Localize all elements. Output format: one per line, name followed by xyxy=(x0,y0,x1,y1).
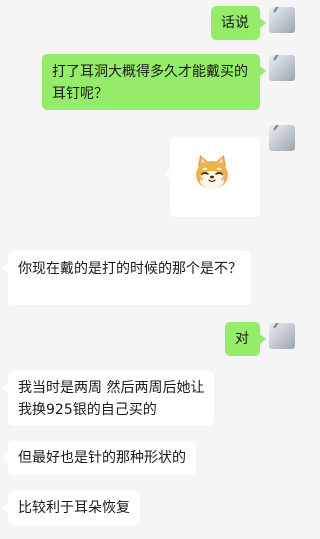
message-text: 我当时是两周 然后两周后她让我换925银的自己买的 xyxy=(18,380,205,418)
message-text: 你现在戴的是打的时候的那个是不？ xyxy=(18,261,242,277)
message-text: 但最好也是针的那种形状的 xyxy=(18,450,186,466)
message-bubble-outgoing[interactable]: 对 xyxy=(225,322,266,356)
message-bubble-incoming[interactable]: 比较利于耳朵恢复 xyxy=(2,491,140,525)
message-bubble-outgoing[interactable]: 话说 xyxy=(211,6,266,40)
my-avatar[interactable] xyxy=(269,323,295,349)
message-bubble-incoming[interactable]: 我当时是两周 然后两周后她让我换925银的自己买的 xyxy=(2,371,214,426)
message-text: 话说 xyxy=(221,15,249,31)
message-bubble-incoming[interactable]: 你现在戴的是打的时候的那个是不？ xyxy=(2,251,251,305)
message-text: 对 xyxy=(235,331,249,347)
my-avatar[interactable] xyxy=(269,125,295,151)
my-avatar[interactable] xyxy=(269,7,295,33)
message-bubble-incoming[interactable]: 但最好也是针的那种形状的 xyxy=(2,441,196,475)
shiba-dog-sticker-icon xyxy=(196,155,228,189)
sticker-message[interactable] xyxy=(164,137,260,217)
my-avatar[interactable] xyxy=(269,55,295,81)
message-text: 打了耳洞大概得多久才能戴买的耳钉呢？ xyxy=(52,64,248,102)
message-text: 比较利于耳朵恢复 xyxy=(18,500,130,516)
message-bubble-outgoing[interactable]: 打了耳洞大概得多久才能戴买的耳钉呢？ xyxy=(42,54,266,110)
